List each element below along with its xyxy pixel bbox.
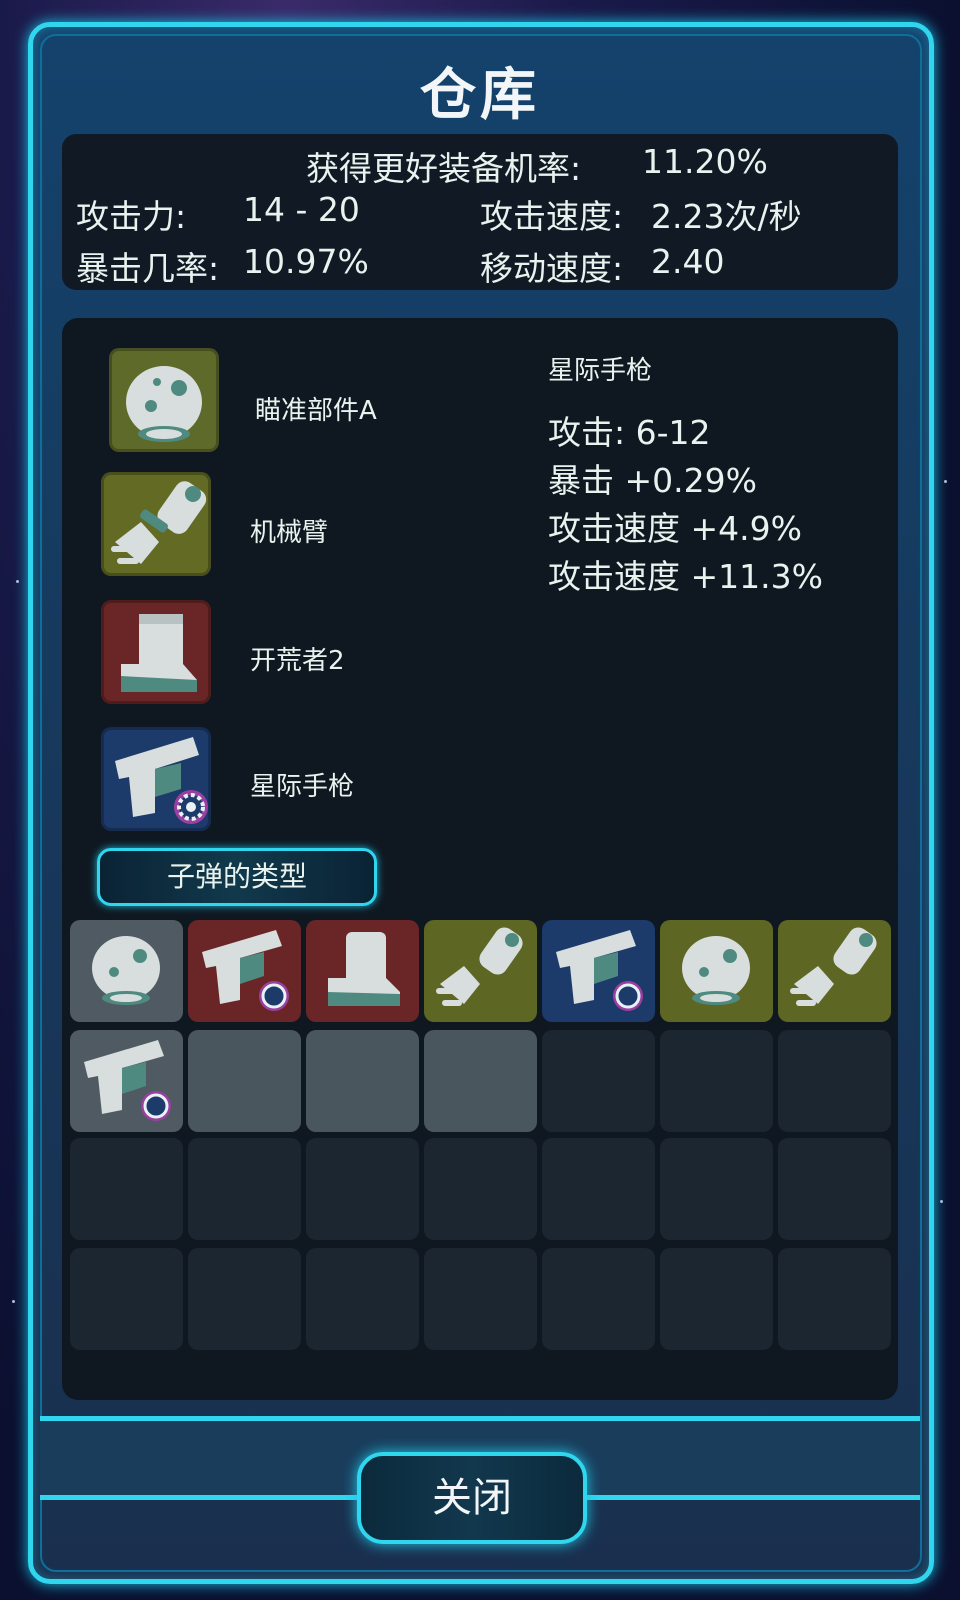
inventory-slot[interactable] — [660, 1138, 773, 1240]
inventory-slot[interactable] — [778, 1248, 891, 1350]
bullet-type-button[interactable]: 子弹的类型 — [97, 848, 377, 906]
crit-value: 10.97% — [243, 242, 369, 281]
detail-item-name: 星际手枪 — [548, 356, 653, 386]
inventory-slot[interactable] — [188, 1138, 301, 1240]
inventory-slot[interactable] — [70, 920, 183, 1022]
move-speed-value: 2.40 — [651, 242, 725, 281]
detail-line: 攻击速度 +4.9% — [548, 509, 802, 548]
detail-line: 攻击速度 +11.3% — [548, 557, 823, 596]
inventory-slot[interactable] — [188, 1248, 301, 1350]
inventory-slot[interactable] — [306, 1138, 419, 1240]
star — [12, 1300, 15, 1303]
move-speed-label: 移动速度: — [480, 249, 624, 288]
helmet-icon — [682, 936, 750, 1005]
attack-speed-label: 攻击速度: — [480, 197, 624, 236]
inventory-slot[interactable] — [778, 1030, 891, 1132]
attack-label: 攻击力: — [76, 197, 187, 236]
inventory-slot[interactable] — [660, 1030, 773, 1132]
inventory-slot[interactable] — [660, 1248, 773, 1350]
better-equip-label: 获得更好装备机率: — [306, 149, 582, 188]
attack-value: 14 - 20 — [243, 190, 360, 229]
better-equip-value: 11.20% — [642, 142, 768, 181]
close-button[interactable]: 关闭 — [357, 1452, 587, 1544]
inventory-slot[interactable] — [778, 920, 891, 1022]
star — [940, 1200, 943, 1203]
inventory-slot[interactable] — [424, 1248, 537, 1350]
inventory-slot[interactable] — [424, 1030, 537, 1132]
crit-label: 暴击几率: — [76, 249, 220, 288]
inventory-slot[interactable] — [542, 1030, 655, 1132]
inventory-slot[interactable] — [188, 1030, 301, 1132]
inventory-slot[interactable] — [70, 1248, 183, 1350]
inventory-slot[interactable] — [542, 1248, 655, 1350]
pistol-icon — [115, 737, 208, 824]
equip-name-helmet: 瞄准部件A — [255, 396, 377, 426]
helmet-icon — [92, 936, 160, 1005]
mech-arm-icon — [111, 481, 207, 564]
boot-icon — [328, 932, 400, 1006]
inventory-slot[interactable] — [188, 920, 301, 1022]
inventory-slot[interactable] — [306, 1248, 419, 1350]
equip-slot-pistol[interactable] — [101, 727, 211, 831]
mech-arm-icon — [790, 927, 877, 1006]
boot-icon — [121, 614, 197, 692]
inventory-slot[interactable] — [424, 920, 537, 1022]
inventory-slot[interactable] — [778, 1138, 891, 1240]
star — [16, 580, 19, 583]
equip-name-boots: 开荒者2 — [250, 646, 345, 676]
star — [944, 480, 947, 483]
inventory-slot[interactable] — [542, 920, 655, 1022]
mech-arm-icon — [436, 927, 523, 1006]
equip-slot-helmet[interactable] — [109, 348, 219, 452]
attack-speed-value: 2.23次/秒 — [651, 197, 802, 236]
page-title: 仓库 — [420, 63, 540, 128]
inventory-slot[interactable] — [306, 1030, 419, 1132]
inventory-slot[interactable] — [306, 920, 419, 1022]
inventory-slot[interactable] — [542, 1138, 655, 1240]
equip-name-pistol: 星际手枪 — [250, 772, 355, 802]
equip-slot-boots[interactable] — [101, 600, 211, 704]
inventory-slot[interactable] — [70, 1138, 183, 1240]
detail-line: 攻击: 6-12 — [548, 413, 711, 452]
equip-slot-arm[interactable] — [101, 472, 211, 576]
pistol-icon — [202, 930, 289, 1011]
inventory-slot[interactable] — [660, 920, 773, 1022]
inventory-slot[interactable] — [70, 1030, 183, 1132]
equip-name-arm: 机械臂 — [250, 518, 329, 548]
pistol-icon — [84, 1040, 171, 1121]
inventory-slot[interactable] — [424, 1138, 537, 1240]
helmet-icon — [126, 366, 202, 442]
pistol-icon — [556, 930, 643, 1011]
detail-line: 暴击 +0.29% — [548, 461, 757, 500]
